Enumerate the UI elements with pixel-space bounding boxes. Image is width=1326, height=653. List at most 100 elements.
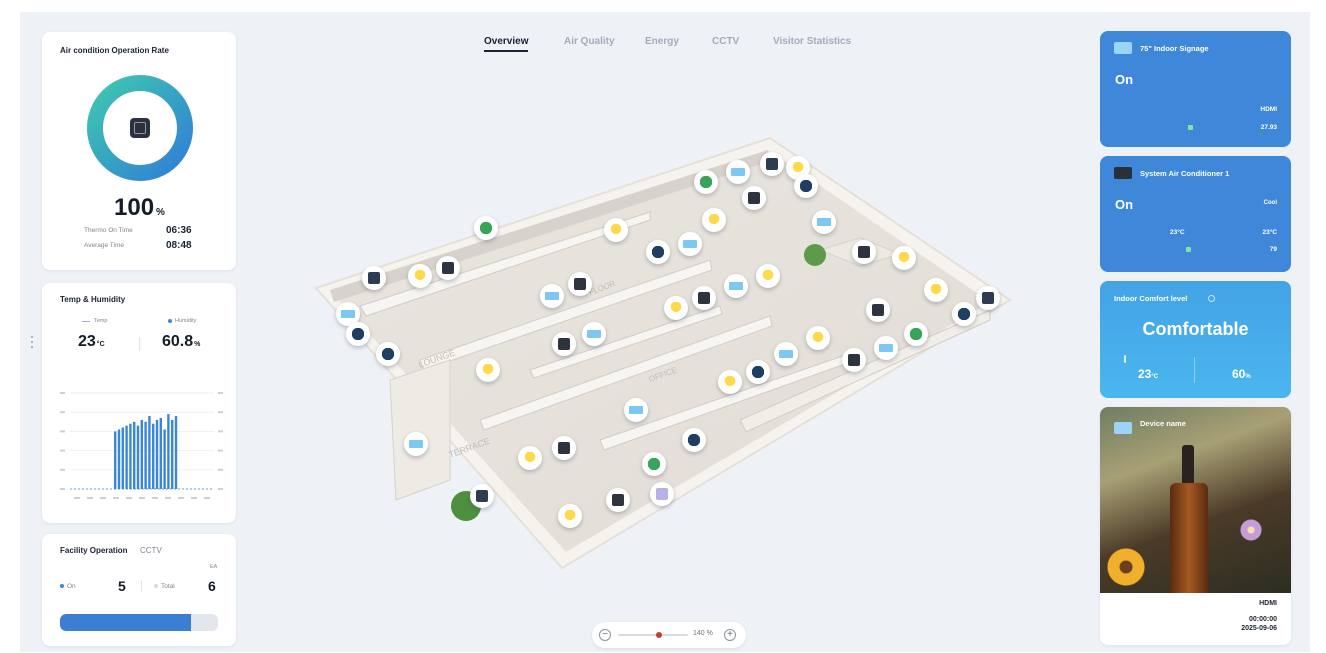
map-pin-fan[interactable] bbox=[470, 484, 494, 508]
map-pin-ac[interactable] bbox=[436, 256, 460, 280]
map-pin-fan[interactable] bbox=[362, 266, 386, 290]
map-pin-fan[interactable] bbox=[976, 286, 1000, 310]
zoom-in-button[interactable]: + bbox=[724, 629, 736, 641]
chart-bar[interactable] bbox=[159, 417, 162, 489]
tab-cctv[interactable]: CCTV bbox=[712, 36, 739, 47]
map-pin-light[interactable] bbox=[604, 218, 628, 242]
map-pin-ac[interactable] bbox=[742, 186, 766, 210]
left-room-partition bbox=[389, 359, 451, 501]
info-icon[interactable] bbox=[1208, 295, 1215, 302]
chart-bar[interactable] bbox=[148, 416, 151, 489]
map-pin-signage[interactable] bbox=[678, 232, 702, 256]
map-pin-fan[interactable] bbox=[760, 152, 784, 176]
total-dot-icon bbox=[154, 584, 158, 588]
map-pin-ac[interactable] bbox=[552, 332, 576, 356]
side-drag-handle[interactable] bbox=[31, 336, 34, 354]
map-pin-speaker[interactable] bbox=[842, 348, 866, 372]
map-pin-light[interactable] bbox=[892, 246, 916, 270]
comfort-divider bbox=[1194, 357, 1195, 383]
chart-bar[interactable] bbox=[136, 425, 140, 489]
map-pin-signage[interactable] bbox=[774, 342, 798, 366]
comfort-card: Indoor Comfort level Comfortable 23°C 60… bbox=[1100, 281, 1291, 398]
map-pin-purifier[interactable] bbox=[952, 302, 976, 326]
map-pin-signage[interactable] bbox=[874, 336, 898, 360]
plant-icon bbox=[804, 244, 826, 266]
device-card[interactable]: Device name HDMI 00:00:00 2025-09-06 bbox=[1100, 407, 1291, 645]
map-pin-ac[interactable] bbox=[852, 240, 876, 264]
map-pin-ac[interactable] bbox=[692, 286, 716, 310]
map-pin-purifier[interactable] bbox=[646, 240, 670, 264]
map-pin-signage[interactable] bbox=[582, 322, 606, 346]
map-pin-purifier[interactable] bbox=[376, 342, 400, 366]
tab-visitor-statistics[interactable]: Visitor Statistics bbox=[773, 36, 851, 47]
chart-bar[interactable] bbox=[167, 414, 170, 489]
facility-cctv-tab[interactable]: CCTV bbox=[140, 546, 162, 555]
average-time-value: 08:48 bbox=[166, 240, 192, 251]
map-pin-light[interactable] bbox=[718, 370, 742, 394]
chart-bar[interactable] bbox=[133, 421, 136, 489]
chart-bar[interactable] bbox=[174, 416, 178, 489]
map-pin-display[interactable] bbox=[650, 482, 674, 506]
tab-air-quality[interactable]: Air Quality bbox=[564, 36, 615, 47]
map-pin-ac[interactable] bbox=[866, 298, 890, 322]
map-pin-purifier[interactable] bbox=[346, 322, 370, 346]
floor-map[interactable]: LOUNGE TERRACE OFFICE FLOOR bbox=[300, 120, 1020, 580]
chart-x-tick bbox=[204, 497, 210, 499]
chart-bar[interactable] bbox=[129, 423, 132, 489]
map-pin-light[interactable] bbox=[476, 358, 500, 382]
chart-bar[interactable] bbox=[125, 425, 128, 489]
map-pin-signage[interactable] bbox=[724, 274, 748, 298]
facility-progress-fill bbox=[60, 614, 192, 631]
map-pin-person[interactable] bbox=[694, 170, 718, 194]
chart-y-tick bbox=[60, 468, 65, 471]
map-pin-person[interactable] bbox=[474, 216, 498, 240]
map-pin-light[interactable] bbox=[702, 208, 726, 232]
chart-y-tick bbox=[218, 488, 223, 490]
map-pin-ac[interactable] bbox=[568, 272, 592, 296]
flower-image bbox=[1240, 519, 1262, 541]
map-pin-signage[interactable] bbox=[812, 210, 836, 234]
map-pin-signage[interactable] bbox=[404, 432, 428, 456]
map-pin-purifier[interactable] bbox=[794, 174, 818, 198]
chart-bar[interactable] bbox=[144, 421, 147, 489]
map-pin-light[interactable] bbox=[518, 446, 542, 470]
zoom-out-button[interactable]: − bbox=[599, 629, 611, 641]
map-pin-light[interactable] bbox=[558, 504, 582, 528]
signage-card[interactable]: 75" Indoor Signage On HDMI 27.93 bbox=[1100, 31, 1291, 147]
map-pin-light[interactable] bbox=[408, 264, 432, 288]
tab-overview[interactable]: Overview bbox=[484, 36, 529, 52]
map-pin-purifier[interactable] bbox=[746, 360, 770, 384]
chart-bar[interactable] bbox=[171, 419, 174, 489]
metric-divider bbox=[139, 337, 140, 351]
chart-bar[interactable] bbox=[152, 423, 155, 489]
temp-legend-label: Temp bbox=[94, 318, 108, 324]
map-pin-purifier[interactable] bbox=[682, 428, 706, 452]
map-pin-light[interactable] bbox=[806, 326, 830, 350]
chart-y-tick bbox=[60, 411, 65, 414]
map-pin-person[interactable] bbox=[904, 322, 928, 346]
map-pin-person[interactable] bbox=[642, 452, 666, 476]
map-pin-signage[interactable] bbox=[726, 160, 750, 184]
chart-bar[interactable] bbox=[140, 419, 143, 489]
chart-bar[interactable] bbox=[114, 431, 117, 489]
humidity-legend-dot-icon bbox=[168, 319, 172, 323]
zoom-slider-knob[interactable] bbox=[655, 632, 662, 638]
map-pin-signage[interactable] bbox=[540, 284, 564, 308]
map-pin-speaker[interactable] bbox=[606, 488, 630, 512]
map-pin-signage[interactable] bbox=[624, 398, 648, 422]
tab-energy[interactable]: Energy bbox=[645, 36, 679, 47]
zoom-level-readout: 140 % bbox=[693, 630, 713, 637]
chart-y-tick bbox=[218, 430, 223, 433]
map-pin-light[interactable] bbox=[756, 264, 780, 288]
system-ac-card[interactable]: System Air Conditioner 1 On Cool 23°C 23… bbox=[1100, 156, 1291, 272]
map-pin-ac[interactable] bbox=[552, 436, 576, 460]
air-conditioner-icon bbox=[872, 304, 884, 316]
air-conditioner-icon bbox=[558, 442, 570, 454]
chart-bar[interactable] bbox=[117, 429, 121, 489]
chart-bar[interactable] bbox=[121, 427, 124, 489]
chart-bar[interactable] bbox=[155, 419, 159, 489]
zoom-slider-track[interactable] bbox=[618, 632, 688, 638]
chart-bar[interactable] bbox=[163, 429, 166, 489]
map-pin-light[interactable] bbox=[664, 296, 688, 320]
map-pin-light[interactable] bbox=[924, 278, 948, 302]
